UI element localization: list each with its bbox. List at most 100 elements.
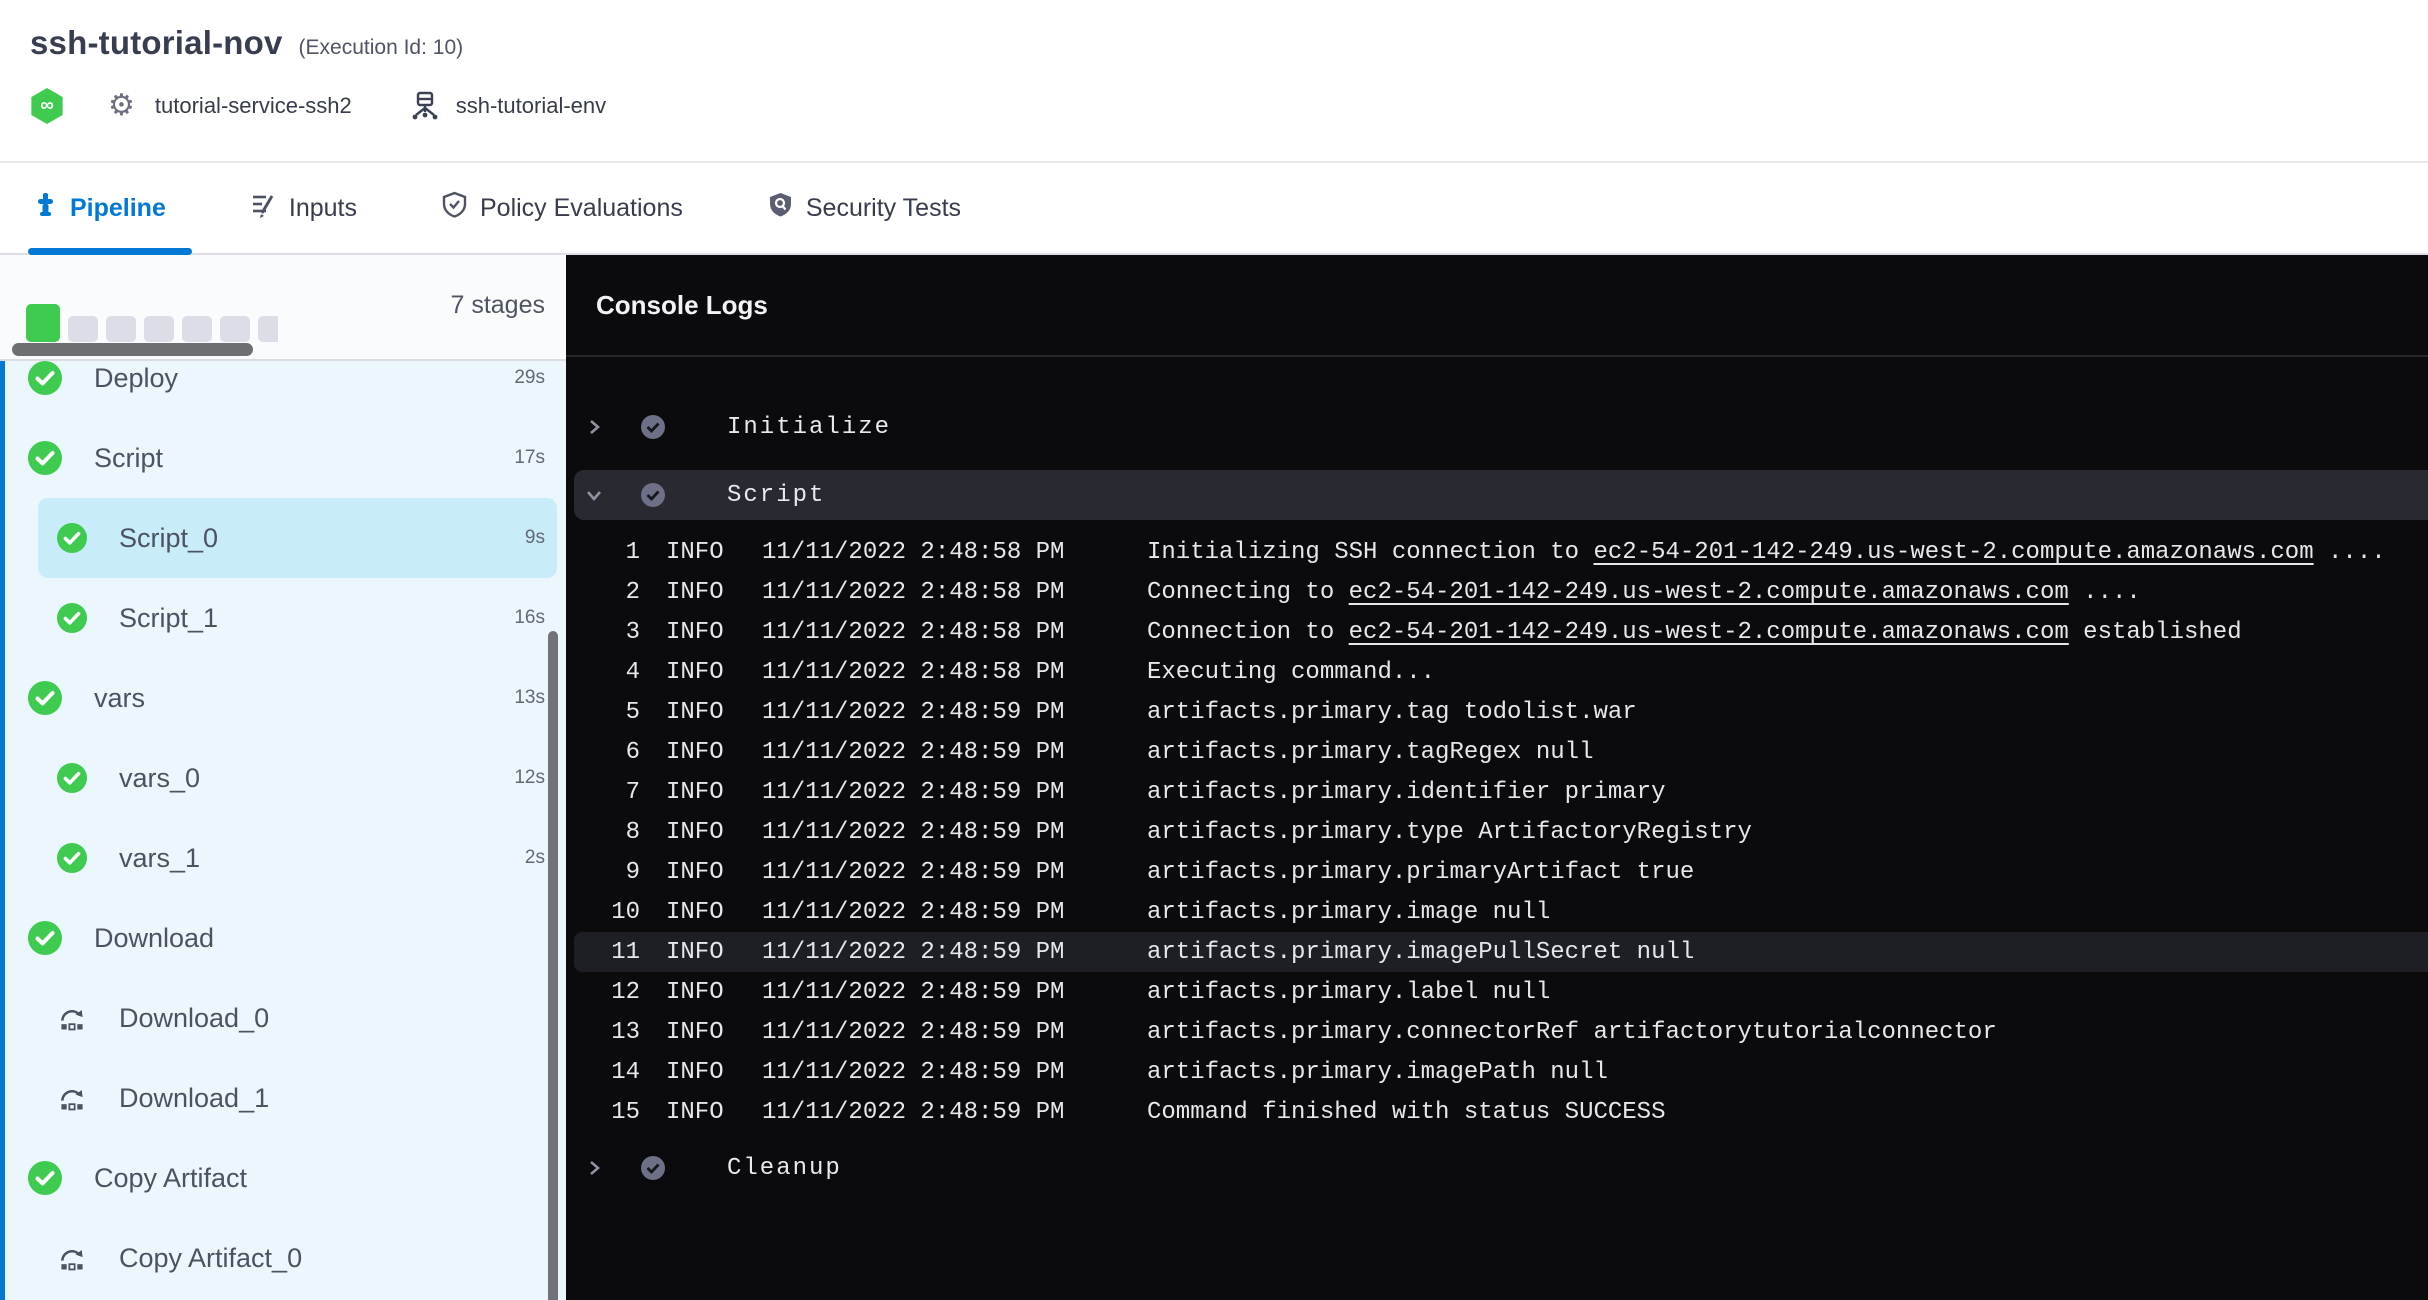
stage-label: Script_1 [119, 603, 218, 634]
log-timestamp: 11/11/2022 2:48:58 PM [762, 579, 1065, 606]
log-section-initialize[interactable]: Initialize [566, 402, 2428, 452]
log-message: Connecting to ec2-54-201-142-249.us-west… [1147, 579, 2141, 606]
log-timestamp: 11/11/2022 2:48:59 PM [762, 1099, 1065, 1126]
stage-row-script-1[interactable]: Script_1 16s [0, 578, 566, 658]
log-message: artifacts.primary.tag todolist.war [1147, 699, 1637, 726]
tab-policy-evaluations[interactable]: Policy Evaluations [441, 163, 683, 253]
log-text: artifacts.primary.connectorRef artifacto… [1147, 1019, 1997, 1046]
log-host-link[interactable]: ec2-54-201-142-249.us-west-2.compute.ama… [1349, 619, 2069, 646]
log-text: artifacts.primary.identifier primary [1147, 779, 1665, 806]
stage-sidebar: 7 stages Deploy29s Script17s Script_09s … [0, 255, 566, 1300]
log-level: INFO [666, 939, 724, 966]
log-timestamp: 11/11/2022 2:48:59 PM [762, 1059, 1065, 1086]
stage-label: vars_0 [119, 763, 200, 794]
horizontal-scrollbar[interactable] [12, 343, 253, 356]
stage-row-vars[interactable]: vars13s [0, 658, 566, 738]
vertical-scrollbar[interactable] [548, 631, 558, 1300]
log-message: artifacts.primary.primaryArtifact true [1147, 859, 1694, 886]
cd-module-icon: ∞ [30, 88, 64, 124]
log-level: INFO [666, 739, 724, 766]
tab-security-tests[interactable]: Security Tests [767, 163, 961, 253]
log-line-number: 13 [580, 1019, 640, 1046]
stage-count-label: 7 stages [450, 291, 545, 320]
stage-block-pending [68, 316, 98, 342]
stage-row-download-0[interactable]: Download_0 [0, 978, 566, 1058]
log-level: INFO [666, 1019, 724, 1046]
log-text: Command finished with status SUCCESS [1147, 1099, 1665, 1126]
environment-link[interactable]: ssh-tutorial-env [456, 93, 606, 119]
log-line-number: 15 [580, 1099, 640, 1126]
stage-row-vars-1[interactable]: vars_12s [0, 818, 566, 898]
stage-row-script-0[interactable]: Script_09s [38, 498, 557, 578]
log-text: artifacts.primary.tagRegex null [1147, 739, 1593, 766]
stage-duration: 9s [525, 527, 545, 549]
stage-row-script[interactable]: Script17s [0, 418, 566, 498]
log-section-script[interactable]: Script [574, 470, 2428, 520]
step-group-icon [57, 1083, 87, 1113]
log-section-cleanup[interactable]: Cleanup [566, 1143, 2428, 1193]
log-text: established [2069, 619, 2242, 646]
stage-row-copy-artifact[interactable]: Copy Artifact [0, 1138, 566, 1218]
log-timestamp: 11/11/2022 2:48:59 PM [762, 979, 1065, 1006]
stage-row-download[interactable]: Download [0, 898, 566, 978]
log-row: 7INFO11/11/2022 2:48:59 PMartifacts.prim… [566, 772, 2428, 812]
log-text: artifacts.primary.primaryArtifact true [1147, 859, 1694, 886]
stage-row-download-1[interactable]: Download_1 [0, 1058, 566, 1138]
stage-row-deploy[interactable]: Deploy29s [0, 361, 566, 418]
log-message: artifacts.primary.label null [1147, 979, 1550, 1006]
log-row: 13INFO11/11/2022 2:48:59 PMartifacts.pri… [566, 1012, 2428, 1052]
log-line-number: 5 [580, 699, 640, 726]
log-line-number: 4 [580, 659, 640, 686]
log-level: INFO [666, 699, 724, 726]
environment-icon [410, 91, 440, 121]
log-row: 15INFO11/11/2022 2:48:59 PMCommand finis… [566, 1092, 2428, 1132]
log-level: INFO [666, 1059, 724, 1086]
log-text: artifacts.primary.tag todolist.war [1147, 699, 1637, 726]
tab-inputs[interactable]: Inputs [250, 163, 357, 253]
log-row: 14INFO11/11/2022 2:48:59 PMartifacts.pri… [566, 1052, 2428, 1092]
stage-list: Deploy29s Script17s Script_09s Script_1 1… [0, 361, 566, 1300]
stage-block-pending [220, 316, 250, 342]
log-line-number: 10 [580, 899, 640, 926]
stage-block-pending [182, 316, 212, 342]
log-message: artifacts.primary.connectorRef artifacto… [1147, 1019, 1997, 1046]
log-row: 2INFO11/11/2022 2:48:58 PMConnecting to … [566, 572, 2428, 612]
stage-duration: 16s [514, 607, 545, 629]
service-link[interactable]: tutorial-service-ssh2 [155, 93, 352, 119]
stage-duration: 2s [525, 847, 545, 869]
stage-list-accent-rail [0, 361, 5, 1300]
log-host-link[interactable]: ec2-54-201-142-249.us-west-2.compute.ama… [1593, 539, 2313, 566]
log-message: artifacts.primary.imagePath null [1147, 1059, 1608, 1086]
stage-row-vars-0[interactable]: vars_012s [0, 738, 566, 818]
log-row: 4INFO11/11/2022 2:48:58 PMExecuting comm… [566, 652, 2428, 692]
log-timestamp: 11/11/2022 2:48:58 PM [762, 659, 1065, 686]
log-row: 3INFO11/11/2022 2:48:58 PMConnection to … [566, 612, 2428, 652]
console-header: Console Logs [566, 255, 2428, 357]
log-line-number: 2 [580, 579, 640, 606]
log-line-number: 9 [580, 859, 640, 886]
tab-pipeline[interactable]: Pipeline [32, 163, 166, 253]
stage-label: Script [94, 443, 163, 474]
log-text: .... [2069, 579, 2141, 606]
log-timestamp: 11/11/2022 2:48:59 PM [762, 939, 1065, 966]
success-check-icon [57, 523, 87, 553]
stage-label: Copy Artifact_0 [119, 1243, 302, 1274]
log-level: INFO [666, 779, 724, 806]
log-timestamp: 11/11/2022 2:48:59 PM [762, 899, 1065, 926]
chevron-down-icon[interactable] [585, 486, 603, 504]
chevron-right-icon[interactable] [585, 1159, 603, 1177]
success-check-icon [28, 1161, 62, 1195]
security-shield-icon [767, 191, 794, 225]
log-row: 6INFO11/11/2022 2:48:59 PMartifacts.prim… [566, 732, 2428, 772]
success-check-icon [28, 361, 62, 395]
log-message: artifacts.primary.tagRegex null [1147, 739, 1593, 766]
log-host-link[interactable]: ec2-54-201-142-249.us-west-2.compute.ama… [1349, 579, 2069, 606]
success-check-icon [57, 843, 87, 873]
log-text: Connecting to [1147, 579, 1349, 606]
success-check-icon [28, 921, 62, 955]
policy-shield-icon [441, 191, 468, 225]
chevron-right-icon[interactable] [585, 418, 603, 436]
execution-meta: ∞ ⚙ tutorial-service-ssh2 ssh-tutorial-e… [30, 88, 606, 124]
stage-row-copy-artifact-0[interactable]: Copy Artifact_0 [0, 1218, 566, 1298]
log-timestamp: 11/11/2022 2:48:59 PM [762, 739, 1065, 766]
